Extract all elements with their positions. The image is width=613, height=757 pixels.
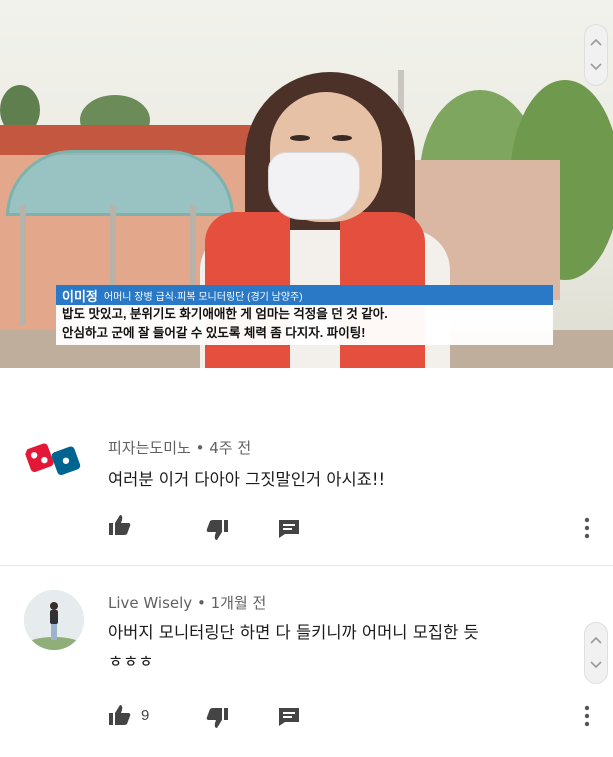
comment-time[interactable]: 1개월 전 bbox=[211, 594, 267, 612]
comment-text: 아버지 모니터링단 하면 다 들키니까 어머니 모집한 듯 ㅎㅎㅎ bbox=[108, 618, 479, 676]
canopy bbox=[6, 150, 234, 216]
caption-description: 어머니 장병 급식·피복 모니터링단 (경기 남양주) bbox=[103, 291, 303, 303]
caption-line: 밥도 맛있고, 분위기도 화기애애한 게 엄마는 걱정을 던 것 같아. bbox=[62, 307, 388, 321]
person-photo[interactable] bbox=[24, 590, 84, 650]
meta-separator: • bbox=[195, 439, 210, 457]
reply-icon[interactable] bbox=[278, 519, 300, 543]
comment-line: 아버지 모니터링단 하면 다 들키니까 어머니 모집한 듯 bbox=[108, 623, 479, 642]
comment-divider bbox=[0, 565, 613, 566]
person-eye bbox=[290, 135, 310, 141]
caption-name: 이미정 bbox=[62, 288, 98, 304]
comment-meta: 피자는도미노 • 4주 전 bbox=[108, 437, 251, 458]
chevron-down-icon[interactable] bbox=[590, 61, 602, 74]
scroll-control[interactable] bbox=[584, 24, 608, 86]
like-count: 9 bbox=[141, 707, 150, 724]
face-mask bbox=[268, 152, 360, 220]
thumbs-down-icon[interactable] bbox=[205, 519, 229, 545]
comment-author[interactable]: 피자는도미노 bbox=[108, 439, 191, 457]
more-vert-icon[interactable] bbox=[583, 517, 591, 543]
comment-author[interactable]: Live Wisely bbox=[108, 594, 192, 612]
comment-meta: Live Wisely • 1개월 전 bbox=[108, 592, 266, 613]
thumbs-up-icon[interactable] bbox=[108, 704, 132, 730]
comment-line: ㅎㅎㅎ bbox=[108, 652, 154, 671]
comment-text: 여러분 이거 다아아 그짓말인거 아시죠!! bbox=[108, 465, 385, 494]
canopy-post bbox=[20, 205, 26, 325]
chevron-up-icon[interactable] bbox=[590, 36, 602, 49]
caption-name-bar: 이미정 어머니 장병 급식·피복 모니터링단 (경기 남양주) bbox=[56, 285, 553, 305]
person-eye bbox=[332, 135, 352, 141]
caption-line: 안심하고 군에 잘 들어갈 수 있도록 체력 좀 다지자. 파이팅! bbox=[62, 326, 366, 340]
chevron-down-icon[interactable] bbox=[590, 659, 602, 672]
more-vert-icon[interactable] bbox=[583, 705, 591, 731]
caption-body: 밥도 맛있고, 분위기도 화기애애한 게 엄마는 걱정을 던 것 같아. 안심하… bbox=[56, 305, 553, 345]
chevron-up-icon[interactable] bbox=[590, 634, 602, 647]
video-frame[interactable]: 이미정 어머니 장병 급식·피복 모니터링단 (경기 남양주) 밥도 맛있고, … bbox=[0, 0, 613, 368]
thumbs-up-icon[interactable] bbox=[108, 514, 132, 540]
dominos-logo[interactable] bbox=[24, 433, 84, 493]
comment-time[interactable]: 4주 전 bbox=[209, 439, 251, 457]
reply-icon[interactable] bbox=[278, 707, 300, 731]
scroll-control[interactable] bbox=[584, 622, 608, 684]
comment-line: 여러분 이거 다아아 그짓말인거 아시죠!! bbox=[108, 470, 386, 489]
thumbs-down-icon[interactable] bbox=[205, 707, 229, 733]
meta-separator: • bbox=[196, 594, 211, 612]
